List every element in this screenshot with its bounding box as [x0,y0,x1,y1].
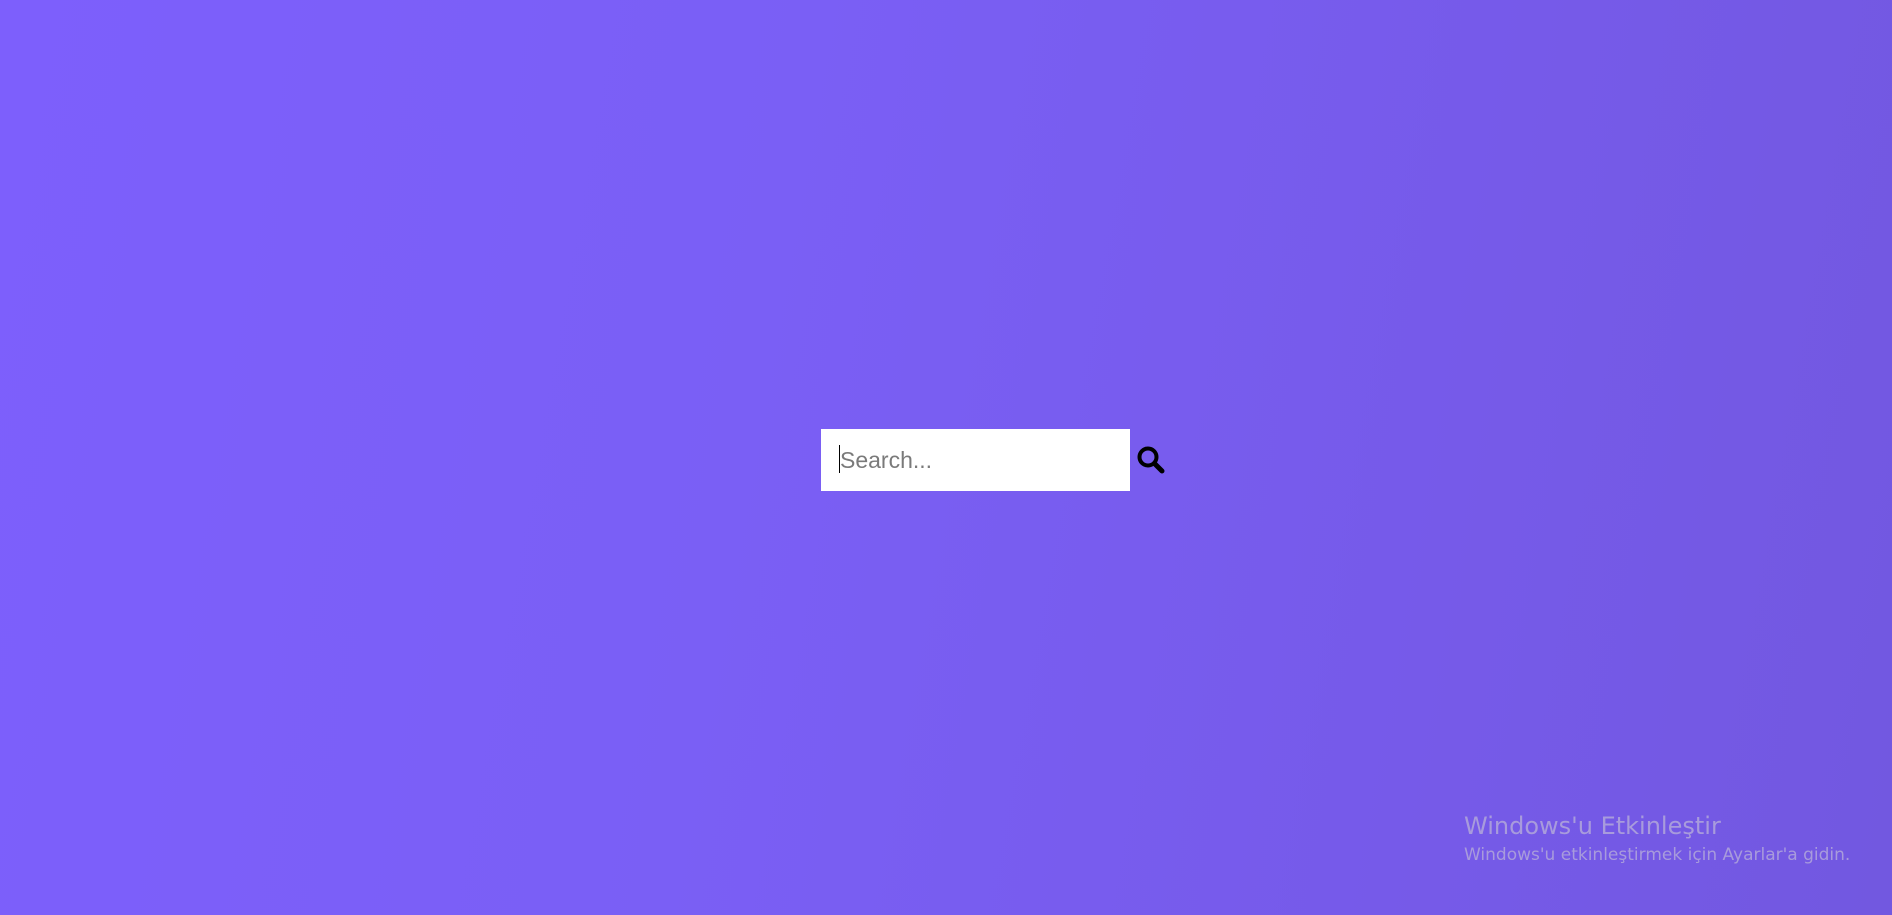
search-box [821,429,1165,491]
text-caret [839,445,840,473]
page-background: { "search": { "placeholder": "Search..."… [0,0,1892,915]
search-input[interactable] [821,429,1136,491]
windows-activation-watermark: Windows'u Etkinleştir Windows'u etkinleş… [1464,810,1850,867]
search-button[interactable] [1136,429,1166,491]
activation-subtitle: Windows'u etkinleştirmek için Ayarlar'a … [1464,845,1851,865]
activation-title: Windows'u Etkinleştir [1464,812,1721,840]
search-icon [1137,446,1165,474]
